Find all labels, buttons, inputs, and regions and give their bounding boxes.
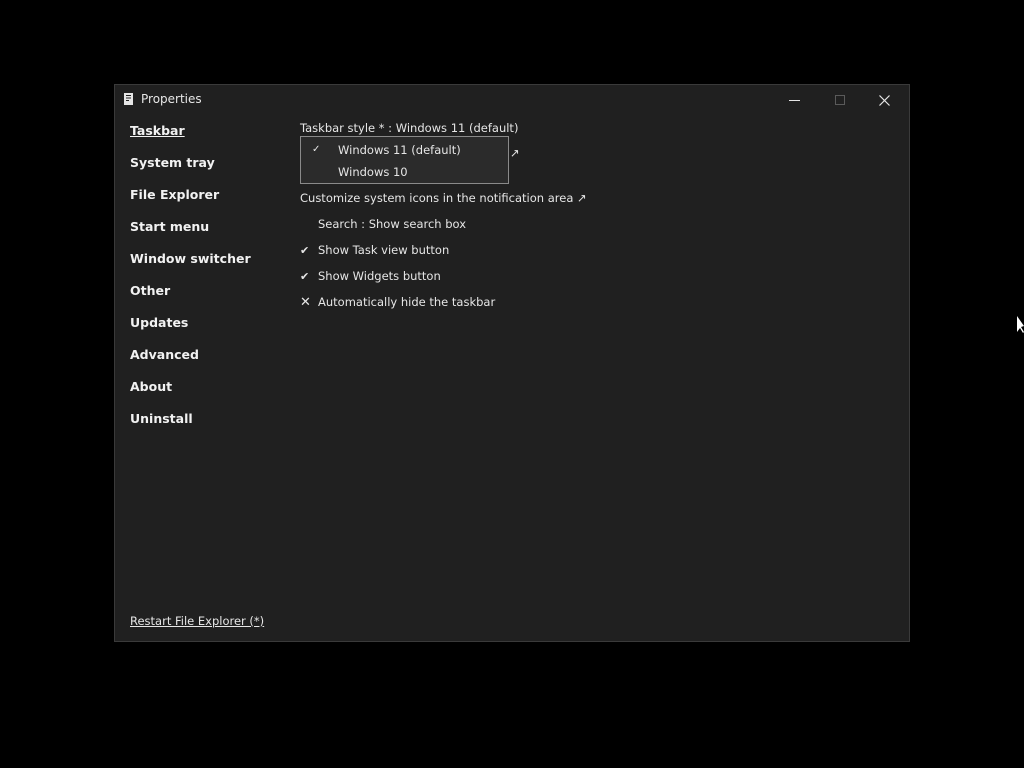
option-label: Windows 11 (default) — [338, 143, 461, 157]
checkmark-icon: ✔ — [300, 244, 310, 257]
mouse-cursor-icon — [1017, 316, 1024, 333]
cross-icon: ✕ — [300, 295, 311, 310]
dropdown-option-windows-10[interactable]: Windows 10 — [301, 161, 508, 183]
dropdown-option-windows-11[interactable]: ✓ Windows 11 (default) — [301, 139, 508, 161]
restart-file-explorer-link[interactable]: Restart File Explorer (*) — [130, 614, 264, 628]
taskbar-style-dropdown: ✓ Windows 11 (default) Windows 10 — [300, 136, 509, 184]
properties-window: Properties Taskbar System tray File Expl… — [114, 84, 910, 642]
sidebar-item-window-switcher[interactable]: Window switcher — [130, 250, 290, 282]
customize-system-icons-link[interactable]: Customize system icons in the notificati… — [300, 189, 587, 207]
option-label: Show Task view button — [318, 243, 450, 257]
minimize-button[interactable] — [772, 85, 817, 115]
search-option[interactable]: Search : Show search box — [318, 215, 466, 233]
sidebar-item-updates[interactable]: Updates — [130, 314, 290, 346]
window-title: Properties — [141, 92, 202, 106]
close-icon — [879, 94, 890, 106]
sidebar-item-advanced[interactable]: Advanced — [130, 346, 290, 378]
option-label: Show Widgets button — [318, 269, 441, 283]
sidebar-item-other[interactable]: Other — [130, 282, 290, 314]
sidebar-item-taskbar[interactable]: Taskbar — [130, 122, 290, 154]
taskbar-style-selector[interactable]: Taskbar style * : Windows 11 (default) — [300, 119, 518, 137]
desktop: Properties Taskbar System tray File Expl… — [0, 0, 1024, 768]
show-task-view-option[interactable]: ✔ Show Task view button — [300, 241, 449, 259]
maximize-icon — [834, 95, 845, 105]
checkmark-icon: ✔ — [300, 270, 310, 283]
show-widgets-option[interactable]: ✔ Show Widgets button — [300, 267, 441, 285]
auto-hide-taskbar-option[interactable]: ✕ Automatically hide the taskbar — [300, 293, 495, 311]
checkmark-icon: ✓ — [312, 144, 321, 155]
close-button[interactable] — [862, 85, 907, 115]
sidebar-item-about[interactable]: About — [130, 378, 290, 410]
sidebar-nav: Taskbar System tray File Explorer Start … — [130, 122, 290, 442]
maximize-button[interactable] — [817, 85, 862, 115]
option-label: Windows 10 — [338, 165, 408, 179]
app-document-icon — [124, 93, 133, 105]
sidebar-item-start-menu[interactable]: Start menu — [130, 218, 290, 250]
sidebar-item-file-explorer[interactable]: File Explorer — [130, 186, 290, 218]
sidebar-item-uninstall[interactable]: Uninstall — [130, 410, 290, 442]
option-label: Automatically hide the taskbar — [318, 295, 496, 309]
title-bar[interactable]: Properties — [115, 85, 909, 115]
sidebar-item-system-tray[interactable]: System tray — [130, 154, 290, 186]
external-link-arrow[interactable]: ↗ — [510, 146, 520, 160]
minimize-icon — [789, 99, 800, 101]
